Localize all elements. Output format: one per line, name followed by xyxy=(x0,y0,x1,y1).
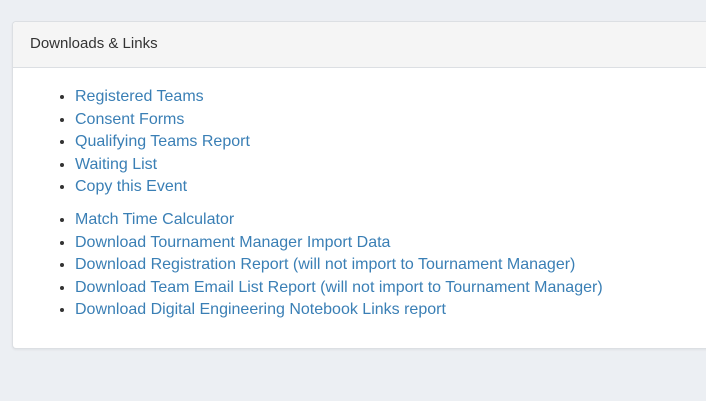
downloads-links-panel: Downloads & Links Registered Teams Conse… xyxy=(12,21,706,349)
list-item: Download Registration Report (will not i… xyxy=(75,254,706,277)
links-list-downloads: Match Time Calculator Download Tournamen… xyxy=(13,209,706,322)
list-item: Qualifying Teams Report xyxy=(75,131,706,154)
list-item: Match Time Calculator xyxy=(75,209,706,232)
engineering-notebook-links-report-link[interactable]: Download Digital Engineering Notebook Li… xyxy=(75,301,446,318)
registration-report-link[interactable]: Download Registration Report (will not i… xyxy=(75,256,575,273)
list-item: Download Team Email List Report (will no… xyxy=(75,277,706,300)
links-list-primary: Registered Teams Consent Forms Qualifyin… xyxy=(13,86,706,199)
panel-body: Registered Teams Consent Forms Qualifyin… xyxy=(13,68,706,322)
match-time-calculator-link[interactable]: Match Time Calculator xyxy=(75,211,234,228)
list-item: Download Tournament Manager Import Data xyxy=(75,232,706,255)
copy-event-link[interactable]: Copy this Event xyxy=(75,178,187,195)
consent-forms-link[interactable]: Consent Forms xyxy=(75,111,184,128)
team-email-list-report-link[interactable]: Download Team Email List Report (will no… xyxy=(75,279,603,296)
waiting-list-link[interactable]: Waiting List xyxy=(75,156,157,173)
registered-teams-link[interactable]: Registered Teams xyxy=(75,88,204,105)
tournament-manager-import-link[interactable]: Download Tournament Manager Import Data xyxy=(75,234,390,251)
panel-title: Downloads & Links xyxy=(13,22,706,68)
list-item: Registered Teams xyxy=(75,86,706,109)
list-item: Consent Forms xyxy=(75,109,706,132)
list-item: Copy this Event xyxy=(75,176,706,199)
qualifying-teams-report-link[interactable]: Qualifying Teams Report xyxy=(75,133,250,150)
list-item: Waiting List xyxy=(75,154,706,177)
list-item: Download Digital Engineering Notebook Li… xyxy=(75,299,706,322)
